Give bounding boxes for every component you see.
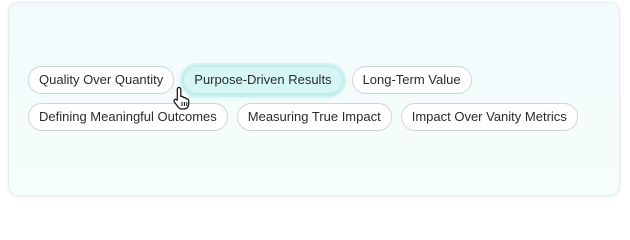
tag-measuring-true-impact[interactable]: Measuring True Impact (236, 103, 392, 131)
tag-quality-over-quantity[interactable]: Quality Over Quantity (28, 66, 175, 94)
tag-purpose-driven-results[interactable]: Purpose-Driven Results (183, 66, 343, 94)
tag-list: Quality Over Quantity Purpose-Driven Res… (28, 66, 588, 140)
tag-long-term-value[interactable]: Long-Term Value (351, 66, 472, 94)
hand-pointer-icon (173, 86, 190, 110)
tag-row-1: Quality Over Quantity Purpose-Driven Res… (28, 66, 588, 94)
tag-row-2: Defining Meaningful Outcomes Measuring T… (28, 103, 588, 131)
tag-impact-over-vanity-metrics[interactable]: Impact Over Vanity Metrics (400, 103, 578, 131)
tag-defining-meaningful-outcomes[interactable]: Defining Meaningful Outcomes (28, 103, 228, 131)
